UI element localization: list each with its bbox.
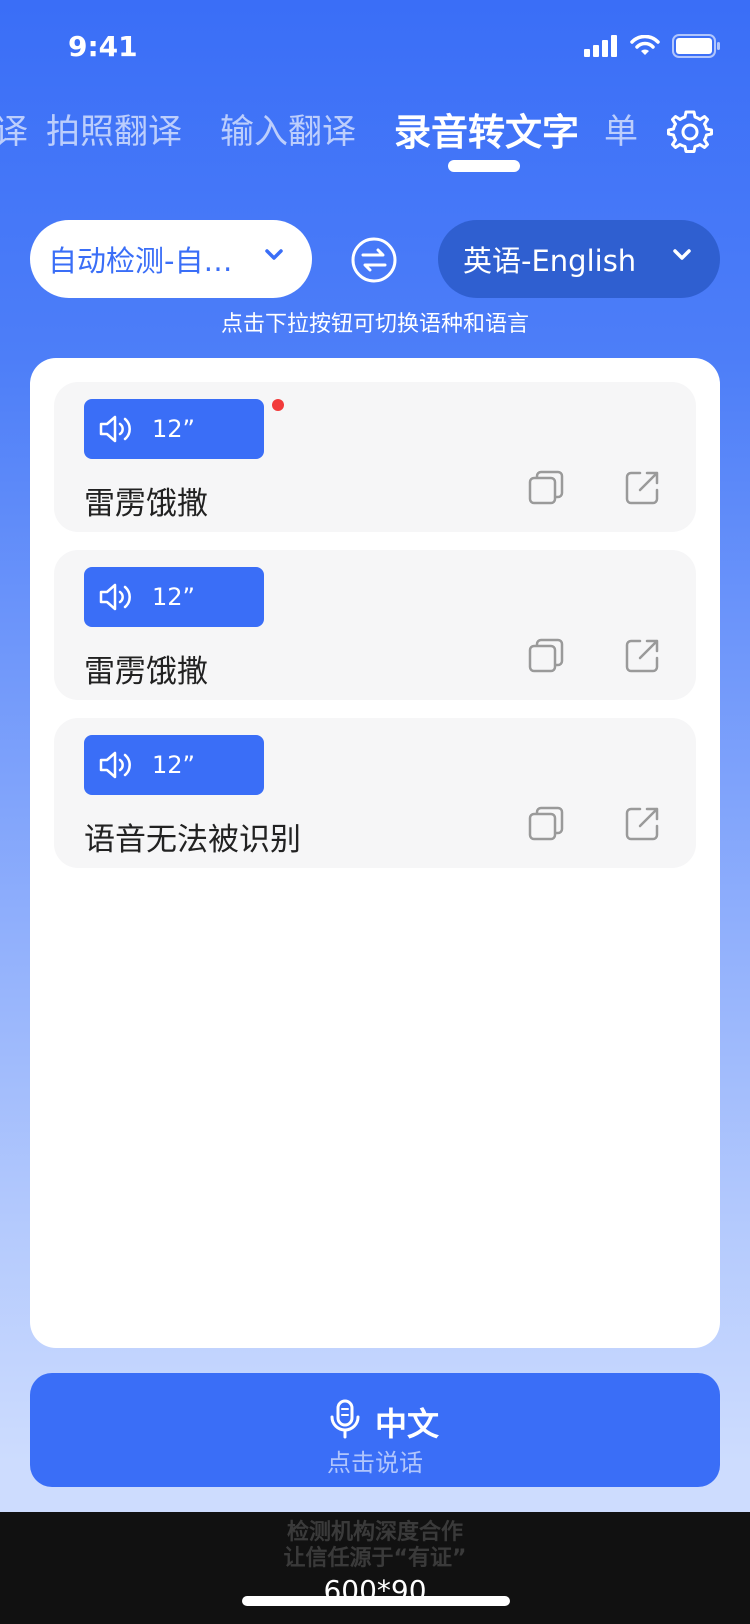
- record-card: 12” 雷雳饿撒: [54, 550, 696, 700]
- ad-subheadline: 让信任源于“有证”: [283, 1546, 467, 1571]
- target-language-select[interactable]: 英语-English: [438, 220, 720, 298]
- transcript-text: 雷雳饿撒: [84, 486, 208, 522]
- copy-icon[interactable]: [528, 470, 564, 506]
- tab-bar: 译 拍照翻译 输入翻译 录音转文字 单: [0, 104, 750, 174]
- tab-partial-left[interactable]: 译: [0, 104, 28, 153]
- tab-voice-to-text[interactable]: 录音转文字: [394, 102, 579, 156]
- source-language-select[interactable]: 自动检测-自…: [30, 220, 312, 298]
- tab-partial-right[interactable]: 单: [604, 104, 638, 153]
- audio-duration: 12”: [152, 583, 195, 611]
- swap-languages-icon[interactable]: [350, 236, 398, 284]
- ad-banner[interactable]: 检测机构深度合作 让信任源于“有证” 600*90: [0, 1512, 750, 1624]
- target-language-label: 英语-English: [463, 244, 637, 278]
- language-hint: 点击下拉按钮可切换语种和语言: [220, 312, 529, 337]
- copy-icon[interactable]: [528, 806, 564, 842]
- play-audio-button[interactable]: 12”: [84, 399, 264, 459]
- status-time: 9:41: [68, 30, 138, 63]
- status-icons: [584, 34, 720, 58]
- unread-dot: [272, 399, 284, 411]
- copy-icon[interactable]: [528, 638, 564, 674]
- gear-icon[interactable]: [666, 108, 714, 156]
- cellular-signal-icon: [584, 35, 617, 57]
- speaker-icon: [99, 583, 131, 611]
- speak-hint: 点击说话: [327, 1449, 423, 1477]
- microphone-icon: [330, 1399, 360, 1439]
- source-language-label: 自动检测-自…: [48, 244, 233, 278]
- share-icon[interactable]: [624, 470, 660, 506]
- tab-input-translate[interactable]: 输入翻译: [220, 104, 356, 153]
- speaker-icon: [99, 415, 131, 443]
- record-card: 12” 语音无法被识别: [54, 718, 696, 868]
- record-card: 12” 雷雳饿撒: [54, 382, 696, 532]
- tab-photo-translate[interactable]: 拍照翻译: [46, 104, 182, 153]
- speak-language: 中文: [375, 1405, 440, 1443]
- speaker-icon: [99, 751, 131, 779]
- share-icon[interactable]: [624, 638, 660, 674]
- battery-icon: [672, 34, 720, 58]
- speak-button[interactable]: 中文 点击说话: [30, 1373, 720, 1487]
- chevron-down-icon: [673, 249, 691, 260]
- audio-duration: 12”: [152, 751, 195, 779]
- home-indicator[interactable]: [242, 1596, 510, 1606]
- share-icon[interactable]: [624, 806, 660, 842]
- wifi-icon: [630, 35, 660, 55]
- active-tab-indicator: [448, 160, 520, 172]
- transcript-text: 雷雳饿撒: [84, 654, 208, 690]
- chevron-down-icon: [265, 249, 283, 260]
- transcript-text: 语音无法被识别: [84, 822, 301, 858]
- play-audio-button[interactable]: 12”: [84, 735, 264, 795]
- play-audio-button[interactable]: 12”: [84, 567, 264, 627]
- audio-duration: 12”: [152, 415, 195, 443]
- records-panel: 12” 雷雳饿撒 12” 雷雳饿撒 12” 语音无法被识别: [30, 358, 720, 1348]
